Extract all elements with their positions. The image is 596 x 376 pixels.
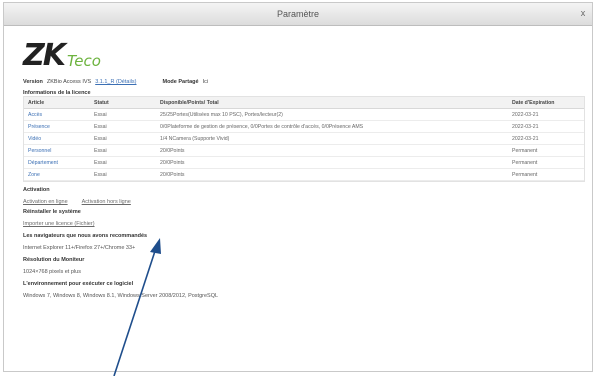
expiry-cell: 2022-03-21 [508, 132, 584, 145]
table-row: Département Essai 20/0Points Permanent [24, 156, 584, 169]
activation-heading: Activation [23, 187, 50, 193]
title-bar: Paramètre x [4, 3, 592, 26]
detail-cell: 25/25Portes(Utilisées max 10 PSC), Porte… [156, 108, 508, 121]
status-cell: Essai [90, 108, 156, 121]
expiry-cell: 2022-03-21 [508, 120, 584, 133]
status-cell: Essai [90, 168, 156, 181]
detail-cell: 1/4 NCamera (Supporte Vivid) [156, 132, 508, 145]
close-icon[interactable]: x [577, 7, 589, 19]
expiry-cell: Permanent [508, 144, 584, 157]
expiry-cell: Permanent [508, 156, 584, 169]
module-link[interactable]: Vidéo [24, 132, 90, 145]
detail-cell: 20/0Points [156, 156, 508, 169]
version-line: Version ZKBio Access IVS 3.1.1_R (Détail… [23, 77, 583, 87]
about-content: ZK Teco Version ZKBio Access IVS 3.1.1_R… [23, 37, 585, 301]
col-article: Article [24, 97, 90, 109]
status-cell: Essai [90, 156, 156, 169]
expiry-cell: Permanent [508, 168, 584, 181]
module-link[interactable]: Présence [24, 120, 90, 133]
window-title: Paramètre [276, 9, 320, 19]
module-link[interactable]: Accès [24, 108, 90, 121]
table-row: Présence Essai 0/0Plateforme de gestion … [24, 120, 584, 133]
col-expiry: Date d'Expiration [508, 97, 584, 109]
license-table-box: Article Statut Disponible/Points/ Total … [23, 96, 585, 182]
module-link[interactable]: Département [24, 156, 90, 169]
module-link[interactable]: Personnel [24, 144, 90, 157]
expiry-cell: 2022-03-21 [508, 108, 584, 121]
status-cell: Essai [90, 120, 156, 133]
mode-value: Ici [202, 79, 209, 85]
version-value: ZKBio Access IVS [46, 79, 92, 85]
version-details-link[interactable]: 3.1.1_R (Détails) [95, 79, 136, 85]
settings-dialog: Paramètre x ZK Teco Version ZKBio Access… [3, 2, 593, 372]
offline-activation-link[interactable]: Activation hors ligne [82, 199, 131, 205]
license-header-row: Article Statut Disponible/Points/ Total … [24, 97, 584, 109]
environment-heading: L'environnement pour exécuter ce logicie… [23, 281, 134, 287]
reinstall-heading: Réinstaller le système [23, 209, 81, 215]
resolution-heading: Résolution du Moniteur [23, 257, 85, 263]
col-status: Statut [90, 97, 156, 109]
environment-text: Windows 7, Windows 8, Windows 8.1, Windo… [23, 293, 219, 299]
resolution-text: 1024×768 pixels et plus [23, 269, 81, 275]
browsers-heading: Les navigateurs que nous avons recommand… [23, 233, 148, 239]
table-row: Zone Essai 20/0Points Permanent [24, 168, 584, 181]
status-cell: Essai [90, 144, 156, 157]
activation-links: Activation en ligne Activation hors lign… [23, 199, 583, 205]
license-table: Article Statut Disponible/Points/ Total … [24, 97, 584, 181]
detail-cell: 20/0Points [156, 168, 508, 181]
logo-sub: Teco [67, 52, 101, 70]
detail-cell: 20/0Points [156, 144, 508, 157]
table-row: Personnel Essai 20/0Points Permanent [24, 144, 584, 157]
col-detail: Disponible/Points/ Total [156, 97, 508, 109]
module-link[interactable]: Zone [24, 168, 90, 181]
logo-main: ZK [23, 38, 66, 73]
browsers-text: Internet Explorer 11+/Firefox 27+/Chrome… [23, 245, 136, 251]
table-row: Accès Essai 25/25Portes(Utilisées max 10… [24, 108, 584, 121]
mode-label: Mode Partagé [162, 79, 199, 85]
import-license-link[interactable]: Importer une licence (Fichier) [23, 221, 95, 227]
table-row: Vidéo Essai 1/4 NCamera (Supporte Vivid)… [24, 132, 584, 145]
zkteco-logo: ZK Teco [23, 37, 583, 71]
detail-cell: 0/0Plateforme de gestion de présence, 0/… [156, 120, 508, 133]
status-cell: Essai [90, 132, 156, 145]
version-label: Version [23, 79, 43, 85]
online-activation-link[interactable]: Activation en ligne [23, 199, 68, 205]
